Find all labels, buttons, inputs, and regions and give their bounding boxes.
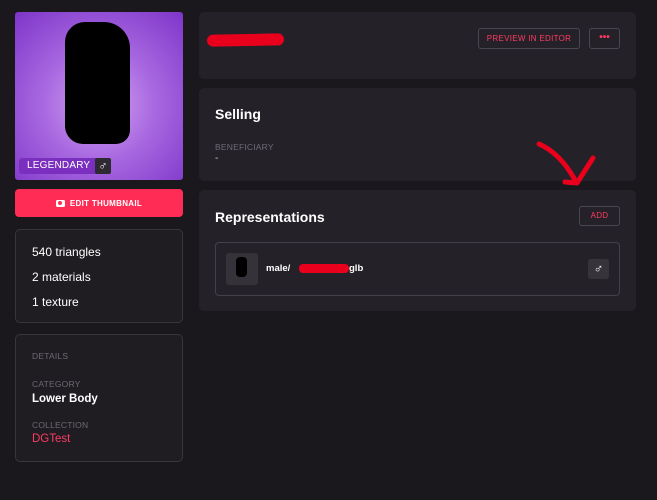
item-header-panel: PREVIEW IN EDITOR ••• <box>199 12 636 79</box>
representation-thumbnail <box>226 253 258 285</box>
geometry-stats-card: 540 triangles 2 materials 1 texture <box>15 229 183 323</box>
redacted-item-name <box>206 33 285 47</box>
add-representation-button[interactable]: ADD <box>579 206 620 226</box>
thumbnail-silhouette-lower <box>93 97 127 132</box>
redacted-file-name <box>299 264 349 273</box>
rarity-badge: LEGENDARY <box>19 158 99 174</box>
category-label: CATEGORY <box>32 379 81 389</box>
collection-link[interactable]: DGTest <box>32 433 182 445</box>
collection-label: COLLECTION <box>32 420 89 430</box>
representation-file-suffix: glb <box>349 263 364 274</box>
details-card: DETAILS CATEGORY Lower Body COLLECTION D… <box>15 334 183 462</box>
beneficiary-label: BENEFICIARY <box>215 142 274 152</box>
representations-panel: Representations ADD male/ glb ♂ <box>199 190 636 311</box>
representation-file-prefix: male/ <box>266 263 291 274</box>
preview-in-editor-button[interactable]: PREVIEW IN EDITOR <box>478 28 580 49</box>
male-gender-icon[interactable]: ♂ <box>588 259 609 279</box>
details-heading: DETAILS <box>32 351 69 361</box>
camera-icon <box>55 199 65 207</box>
edit-thumbnail-button[interactable]: EDIT THUMBNAIL <box>15 189 183 217</box>
male-gender-icon: ♂ <box>95 158 111 174</box>
representation-silhouette <box>236 257 247 277</box>
category-value: Lower Body <box>32 393 98 405</box>
triangles-stat: 540 triangles <box>32 245 101 259</box>
materials-stat: 2 materials <box>32 270 91 284</box>
edit-thumbnail-label: EDIT THUMBNAIL <box>69 198 143 208</box>
representation-item[interactable]: male/ glb ♂ <box>215 242 620 296</box>
textures-stat: 1 texture <box>32 295 79 309</box>
more-options-button[interactable]: ••• <box>589 28 620 49</box>
annotation-arrow-icon <box>536 141 596 186</box>
selling-title: Selling <box>215 106 261 122</box>
representations-title: Representations <box>215 209 325 225</box>
beneficiary-value: - <box>215 153 219 164</box>
item-thumbnail <box>15 12 183 180</box>
